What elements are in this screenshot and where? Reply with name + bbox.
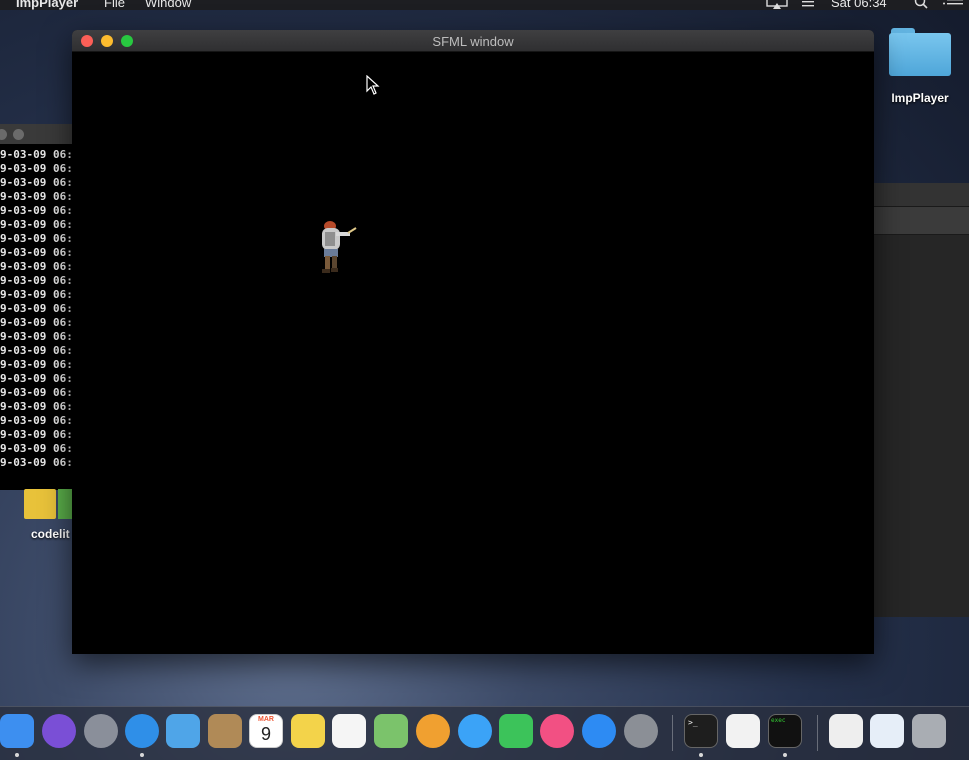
terminal-line: 9-03-09 06: [0, 218, 73, 231]
archive-icon[interactable] [829, 714, 863, 748]
launchpad-icon[interactable] [84, 714, 118, 748]
terminal-prompt: >_ [688, 718, 698, 727]
window-title: SFML window [432, 34, 514, 49]
messages-icon[interactable] [458, 714, 492, 748]
sfml-titlebar[interactable]: SFML window [72, 30, 874, 52]
finder-icon[interactable] [0, 714, 34, 748]
terminal-line: 9-03-09 06: [0, 428, 73, 441]
exec-label: exec [771, 717, 786, 724]
window-menu[interactable]: Window [145, 0, 191, 10]
running-indicator [140, 753, 144, 757]
terminal-line: 9-03-09 06: [0, 288, 73, 301]
terminal-line: 9-03-09 06: [0, 400, 73, 413]
terminal-close-button[interactable] [0, 129, 7, 140]
running-indicator [15, 753, 19, 757]
terminal-line: 9-03-09 06: [0, 148, 73, 161]
terminal-line: 9-03-09 06: [0, 274, 73, 287]
terminal-line: 9-03-09 06: [0, 386, 73, 399]
reminders-icon[interactable] [332, 714, 366, 748]
dock-separator [817, 715, 818, 751]
notes-icon[interactable] [291, 714, 325, 748]
desktop-folder-label: ImpPlayer [891, 91, 949, 105]
system-preferences-icon[interactable] [624, 714, 658, 748]
terminal-line: 9-03-09 06: [0, 358, 73, 371]
terminal-line: 9-03-09 06: [0, 442, 73, 455]
itunes-icon[interactable] [540, 714, 574, 748]
codelite-label: codelit [31, 527, 70, 541]
safari-icon[interactable] [125, 714, 159, 748]
file-menu[interactable]: File [104, 0, 125, 10]
exec-icon[interactable]: exec [768, 714, 802, 748]
terminal-line: 9-03-09 06: [0, 344, 73, 357]
background-window[interactable] [860, 183, 969, 617]
knight-sprite [312, 216, 358, 285]
photos-icon[interactable] [416, 714, 450, 748]
terminal-line: 9-03-09 06: [0, 162, 73, 175]
terminal-line: 9-03-09 06: [0, 316, 73, 329]
codelite-icon[interactable] [24, 489, 74, 519]
terminal-line: 9-03-09 06: [0, 176, 73, 189]
facetime-icon[interactable] [499, 714, 533, 748]
dock-separator [672, 715, 673, 751]
textedit-icon[interactable] [726, 714, 760, 748]
trash-icon[interactable] [912, 714, 946, 748]
terminal-line: 9-03-09 06: [0, 372, 73, 385]
running-indicator [783, 753, 787, 757]
terminal-line: 9-03-09 06: [0, 232, 73, 245]
notification-center-icon[interactable] [943, 0, 963, 7]
menu-bar: ImpPlayer File Window Sat 06:34 [0, 0, 969, 10]
calendar-day: 9 [260, 724, 271, 744]
dock: MAR 9 >_ exec [0, 706, 969, 760]
terminal-line: 9-03-09 06: [0, 204, 73, 217]
terminal-output: 9-03-09 06: 9-03-09 06: 9-03-09 06: 9-03-09… [0, 144, 80, 470]
terminal-window[interactable]: 9-03-09 06: 9-03-09 06: 9-03-09 06: 9-03-09… [0, 124, 80, 490]
menu-list-icon[interactable] [802, 0, 820, 7]
terminal-line: 9-03-09 06: [0, 246, 73, 259]
terminal-titlebar[interactable] [0, 124, 80, 144]
calendar-icon[interactable]: MAR 9 [249, 714, 283, 748]
menubar-clock[interactable]: Sat 06:34 [831, 0, 887, 10]
terminal-line: 9-03-09 06: [0, 330, 73, 343]
terminal-line: 9-03-09 06: [0, 302, 73, 315]
mail-icon[interactable] [166, 714, 200, 748]
sfml-window[interactable]: SFML window [72, 30, 874, 654]
preview-icon[interactable] [870, 714, 904, 748]
airplay-icon[interactable] [766, 0, 788, 9]
app-store-icon[interactable] [582, 714, 616, 748]
siri-icon[interactable] [42, 714, 76, 748]
maps-icon[interactable] [374, 714, 408, 748]
terminal-line: 9-03-09 06: [0, 190, 73, 203]
contacts-icon[interactable] [208, 714, 242, 748]
terminal-line: 9-03-09 06: [0, 260, 73, 273]
terminal-line: 9-03-09 06: [0, 456, 73, 469]
desktop-folder-icon[interactable] [889, 28, 951, 76]
mouse-cursor-icon [366, 74, 380, 100]
terminal-icon[interactable]: >_ [684, 714, 718, 748]
calendar-month: MAR [258, 716, 274, 723]
app-menu[interactable]: ImpPlayer [16, 0, 78, 10]
running-indicator [699, 753, 703, 757]
terminal-line: 9-03-09 06: [0, 414, 73, 427]
terminal-minimize-button[interactable] [13, 129, 24, 140]
spotlight-icon[interactable] [914, 0, 932, 9]
